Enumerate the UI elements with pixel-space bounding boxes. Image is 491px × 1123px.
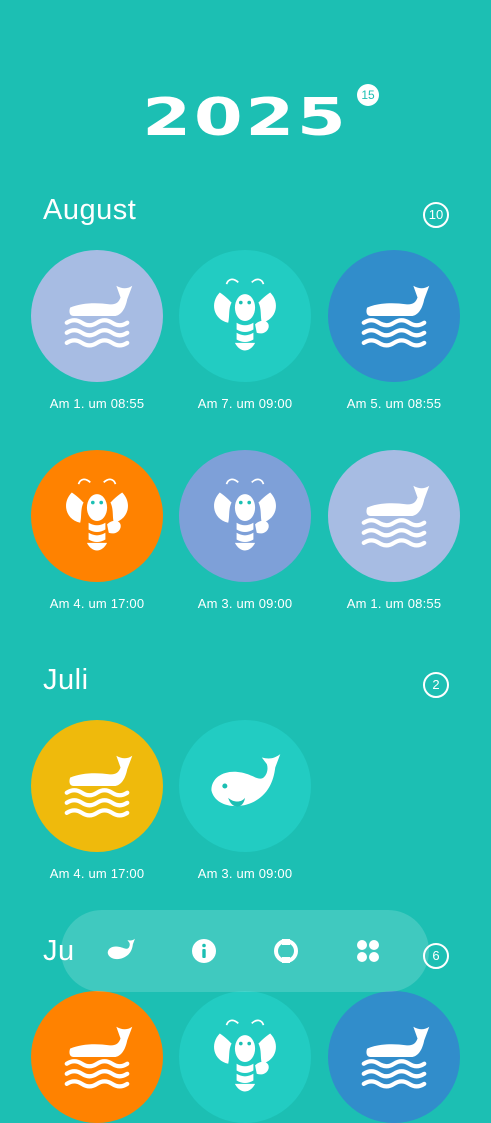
year-header: 2025: [0, 92, 491, 144]
entry-circle[interactable]: [31, 991, 163, 1123]
entry-circle[interactable]: [179, 250, 311, 382]
entry-circle[interactable]: [179, 450, 311, 582]
entry-tile[interactable]: Am 4. um 17:00: [31, 450, 163, 611]
lobster-icon: [203, 274, 287, 358]
entry-tile[interactable]: [179, 991, 311, 1123]
entry-tile[interactable]: [31, 991, 163, 1123]
year-count-badge: 15: [357, 84, 379, 106]
entry-tile[interactable]: [328, 991, 460, 1123]
month-count-badge: 2: [423, 672, 449, 698]
month-title: August: [43, 194, 137, 226]
bottom-nav: [61, 910, 429, 992]
nav-whale-button[interactable]: [102, 931, 142, 971]
entry-circle[interactable]: [328, 450, 460, 582]
entry-circle[interactable]: [31, 720, 163, 852]
entry-caption: Am 4. um 17:00: [49, 596, 145, 611]
whale-icon: [203, 744, 287, 828]
entry-tile[interactable]: Am 3. um 09:00: [179, 450, 311, 611]
whale-nav-icon: [107, 938, 135, 960]
entry-circle[interactable]: [328, 250, 460, 382]
entry-caption: Am 1. um 08:55: [346, 596, 442, 611]
whale-waves-icon: [352, 1015, 436, 1099]
entry-circle[interactable]: [179, 720, 311, 852]
entry-circle[interactable]: [179, 991, 311, 1123]
whale-waves-icon: [55, 744, 139, 828]
entry-tile[interactable]: Am 5. um 08:55: [328, 250, 460, 411]
year-title: 2025: [142, 88, 349, 148]
entry-tile[interactable]: Am 4. um 17:00: [31, 720, 163, 881]
entry-tile[interactable]: Am 1. um 08:55: [328, 450, 460, 611]
whale-waves-icon: [352, 474, 436, 558]
entry-circle[interactable]: [31, 250, 163, 382]
entry-tile[interactable]: Am 7. um 09:00: [179, 250, 311, 411]
lobster-icon: [203, 474, 287, 558]
info-icon: [192, 939, 216, 963]
entry-caption: Am 3. um 09:00: [197, 596, 293, 611]
nav-grid-button[interactable]: [348, 931, 388, 971]
entry-caption: Am 7. um 09:00: [197, 396, 293, 411]
entry-caption: Am 1. um 08:55: [49, 396, 145, 411]
whale-waves-icon: [55, 274, 139, 358]
lifebuoy-icon: [274, 939, 298, 963]
month-title: Juli: [43, 664, 89, 696]
nav-lifebuoy-button[interactable]: [266, 931, 306, 971]
entry-circle[interactable]: [31, 450, 163, 582]
month-count-badge: 10: [423, 202, 449, 228]
entry-caption: Am 4. um 17:00: [49, 866, 145, 881]
entry-caption: Am 5. um 08:55: [346, 396, 442, 411]
lobster-icon: [55, 474, 139, 558]
entry-circle[interactable]: [328, 991, 460, 1123]
lobster-icon: [203, 1015, 287, 1099]
entry-caption: Am 3. um 09:00: [197, 866, 293, 881]
whale-waves-icon: [352, 274, 436, 358]
entry-tile[interactable]: Am 3. um 09:00: [179, 720, 311, 881]
whale-waves-icon: [55, 1015, 139, 1099]
nav-info-button[interactable]: [184, 931, 224, 971]
entry-tile[interactable]: Am 1. um 08:55: [31, 250, 163, 411]
grid-icon: [357, 940, 379, 962]
